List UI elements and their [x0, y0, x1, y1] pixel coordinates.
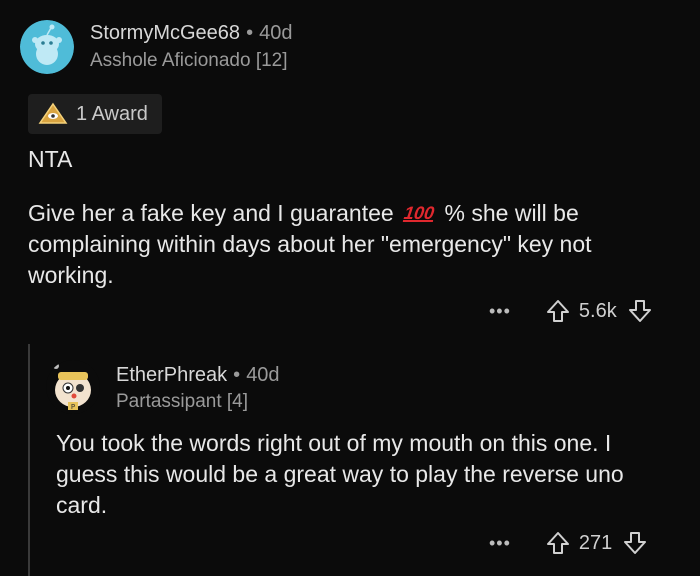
reply-age: 40d	[246, 364, 280, 386]
award-label: 1 Award	[76, 102, 148, 125]
user-flair: Asshole Aficionado [12]	[90, 50, 288, 71]
comment-actions: ••• 5.6k	[489, 298, 653, 324]
award-icon	[38, 102, 68, 124]
downvote-icon[interactable]	[627, 298, 653, 324]
reply-flair: Partassipant [4]	[116, 391, 249, 412]
reply-body: You took the words right out of my mouth…	[56, 430, 624, 518]
score: 5.6k	[578, 299, 617, 322]
comment-author[interactable]: StormyMcGee68 • 40d	[90, 22, 292, 45]
separator: •	[246, 22, 254, 44]
reply-more-icon[interactable]: •••	[489, 533, 511, 554]
reply-score: 271	[578, 531, 613, 554]
upvote-icon[interactable]	[545, 298, 571, 324]
body-part1: Give her a fake key and I guarantee	[28, 200, 394, 226]
reply-username[interactable]: EtherPhreak	[116, 364, 227, 386]
thread-line[interactable]	[28, 344, 30, 576]
more-icon[interactable]: •••	[489, 301, 511, 322]
award-badge[interactable]: 1 Award	[28, 94, 162, 134]
reply-actions: ••• 271	[489, 530, 648, 556]
comment-age: 40d	[259, 22, 293, 44]
reply-downvote-icon[interactable]	[622, 530, 648, 556]
reply-upvote-icon[interactable]	[545, 530, 571, 556]
svg-text:P: P	[71, 403, 75, 411]
reply-avatar-icon[interactable]: P	[46, 360, 100, 414]
comment-line-nta: NTA	[28, 146, 73, 172]
hundred-emoji-icon: 100	[402, 203, 436, 223]
username[interactable]: StormyMcGee68	[90, 22, 240, 44]
snoo-avatar-icon[interactable]	[20, 20, 74, 74]
reply-separator: •	[233, 364, 241, 386]
reply-author[interactable]: EtherPhreak • 40d	[116, 364, 280, 387]
comment-body: Give her a fake key and I guarantee 100 …	[28, 198, 678, 291]
